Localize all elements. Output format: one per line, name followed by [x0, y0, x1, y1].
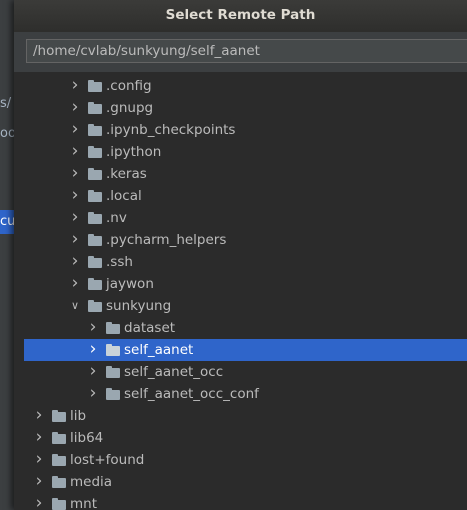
tree-item-lost-found[interactable]: › lost+found	[14, 449, 467, 471]
tree-item-media[interactable]: › media	[14, 471, 467, 493]
file-tree: › .config › .gnupg › .ipynb_checkpoints › .ipyt…	[14, 72, 467, 510]
chevron-down-icon[interactable]: ∨	[70, 295, 80, 317]
chevron-right-icon[interactable]: ›	[88, 317, 98, 339]
folder-icon	[106, 388, 120, 400]
folder-icon	[88, 234, 102, 246]
chevron-right-icon[interactable]: ›	[70, 141, 80, 163]
chevron-right-icon[interactable]: ›	[70, 119, 80, 141]
folder-icon	[88, 212, 102, 224]
folder-icon	[88, 80, 102, 92]
folder-icon	[52, 432, 66, 444]
tree-item-label: .local	[106, 188, 142, 204]
tree-item-label: .pycharm_helpers	[106, 232, 227, 248]
tree-item-lib[interactable]: › lib	[14, 405, 467, 427]
background-selected-fragment[interactable]: cu	[0, 210, 14, 234]
tree-item-label: self_aanet_occ	[124, 364, 224, 380]
tree-item-local[interactable]: › .local	[14, 185, 467, 207]
folder-icon	[88, 124, 102, 136]
folder-icon	[88, 256, 102, 268]
tree-item-label: dataset	[124, 320, 176, 336]
chevron-right-icon[interactable]: ›	[88, 383, 98, 405]
tree-item-label: lost+found	[70, 452, 145, 468]
tree-item-config[interactable]: › .config	[14, 75, 467, 97]
tree-item-label: lib64	[70, 430, 104, 446]
background-text-fragment: oo	[0, 126, 14, 141]
tree-item-label: media	[70, 474, 113, 490]
chevron-right-icon[interactable]: ›	[70, 251, 80, 273]
chevron-right-icon[interactable]: ›	[34, 427, 44, 449]
tree-item-label: .gnupg	[106, 100, 154, 116]
folder-icon	[52, 498, 66, 510]
chevron-right-icon[interactable]: ›	[34, 471, 44, 493]
tree-item-ssh[interactable]: › .ssh	[14, 251, 467, 273]
dialog-titlebar[interactable]: Select Remote Path	[14, 0, 467, 33]
tree-item-ipynb-checkpoints[interactable]: › .ipynb_checkpoints	[14, 119, 467, 141]
tree-item-label: .ssh	[106, 254, 133, 270]
folder-icon	[52, 410, 66, 422]
tree-item-jaywon[interactable]: › jaywon	[14, 273, 467, 295]
folder-icon	[52, 476, 66, 488]
background-ide-window: s/ oo cu	[0, 0, 14, 510]
chevron-right-icon[interactable]: ›	[34, 449, 44, 471]
folder-icon	[88, 102, 102, 114]
background-text-fragment: s/	[0, 96, 12, 111]
tree-item-ipython[interactable]: › .ipython	[14, 141, 467, 163]
chevron-right-icon[interactable]: ›	[34, 405, 44, 427]
tree-item-label: .config	[106, 78, 152, 94]
tree-item-self-aanet-occ[interactable]: › self_aanet_occ	[14, 361, 467, 383]
tree-item-pycharm-helpers[interactable]: › .pycharm_helpers	[14, 229, 467, 251]
folder-icon	[88, 278, 102, 290]
chevron-right-icon[interactable]: ›	[70, 229, 80, 251]
tree-item-sunkyung[interactable]: ∨ sunkyung	[14, 295, 467, 317]
tree-item-label: mnt	[70, 496, 97, 510]
chevron-right-icon[interactable]: ›	[70, 75, 80, 97]
folder-icon	[88, 168, 102, 180]
folder-icon	[106, 344, 120, 356]
chevron-right-icon[interactable]: ›	[70, 97, 80, 119]
chevron-right-icon[interactable]: ›	[70, 273, 80, 295]
tree-item-label: self_aanet	[124, 342, 194, 358]
chevron-right-icon[interactable]: ›	[70, 163, 80, 185]
tree-item-gnupg[interactable]: › .gnupg	[14, 97, 467, 119]
tree-item-label: sunkyung	[106, 298, 172, 314]
tree-item-dataset[interactable]: › dataset	[14, 317, 467, 339]
chevron-right-icon[interactable]: ›	[88, 361, 98, 383]
select-remote-path-dialog: Select Remote Path › .config › .gnupg › .ipyn…	[14, 0, 467, 510]
tree-item-label: .keras	[106, 166, 147, 182]
path-input[interactable]	[26, 39, 467, 63]
chevron-right-icon[interactable]: ›	[34, 493, 44, 510]
folder-icon	[106, 366, 120, 378]
chevron-right-icon[interactable]: ›	[70, 207, 80, 229]
tree-item-lib64[interactable]: › lib64	[14, 427, 467, 449]
tree-item-self-aanet-occ-conf[interactable]: › self_aanet_occ_conf	[14, 383, 467, 405]
tree-item-label: lib	[70, 408, 87, 424]
folder-icon	[88, 146, 102, 158]
folder-icon	[52, 454, 66, 466]
dialog-title: Select Remote Path	[165, 7, 316, 23]
tree-item-mnt[interactable]: › mnt	[14, 493, 467, 510]
tree-item-self-aanet[interactable]: › self_aanet	[24, 339, 467, 361]
chevron-right-icon[interactable]: ›	[70, 185, 80, 207]
path-bar	[14, 32, 467, 72]
tree-item-keras[interactable]: › .keras	[14, 163, 467, 185]
tree-item-nv[interactable]: › .nv	[14, 207, 467, 229]
folder-icon	[88, 190, 102, 202]
tree-item-label: .ipython	[106, 144, 162, 160]
tree-item-label: .nv	[106, 210, 127, 226]
screen: s/ oo cu Select Remote Path › .config › .gn…	[0, 0, 467, 510]
folder-icon	[88, 300, 102, 312]
folder-icon	[106, 322, 120, 334]
tree-item-label: self_aanet_occ_conf	[124, 386, 259, 402]
tree-item-label: .ipynb_checkpoints	[106, 122, 236, 138]
tree-item-label: jaywon	[106, 276, 154, 292]
chevron-right-icon[interactable]: ›	[88, 339, 98, 361]
